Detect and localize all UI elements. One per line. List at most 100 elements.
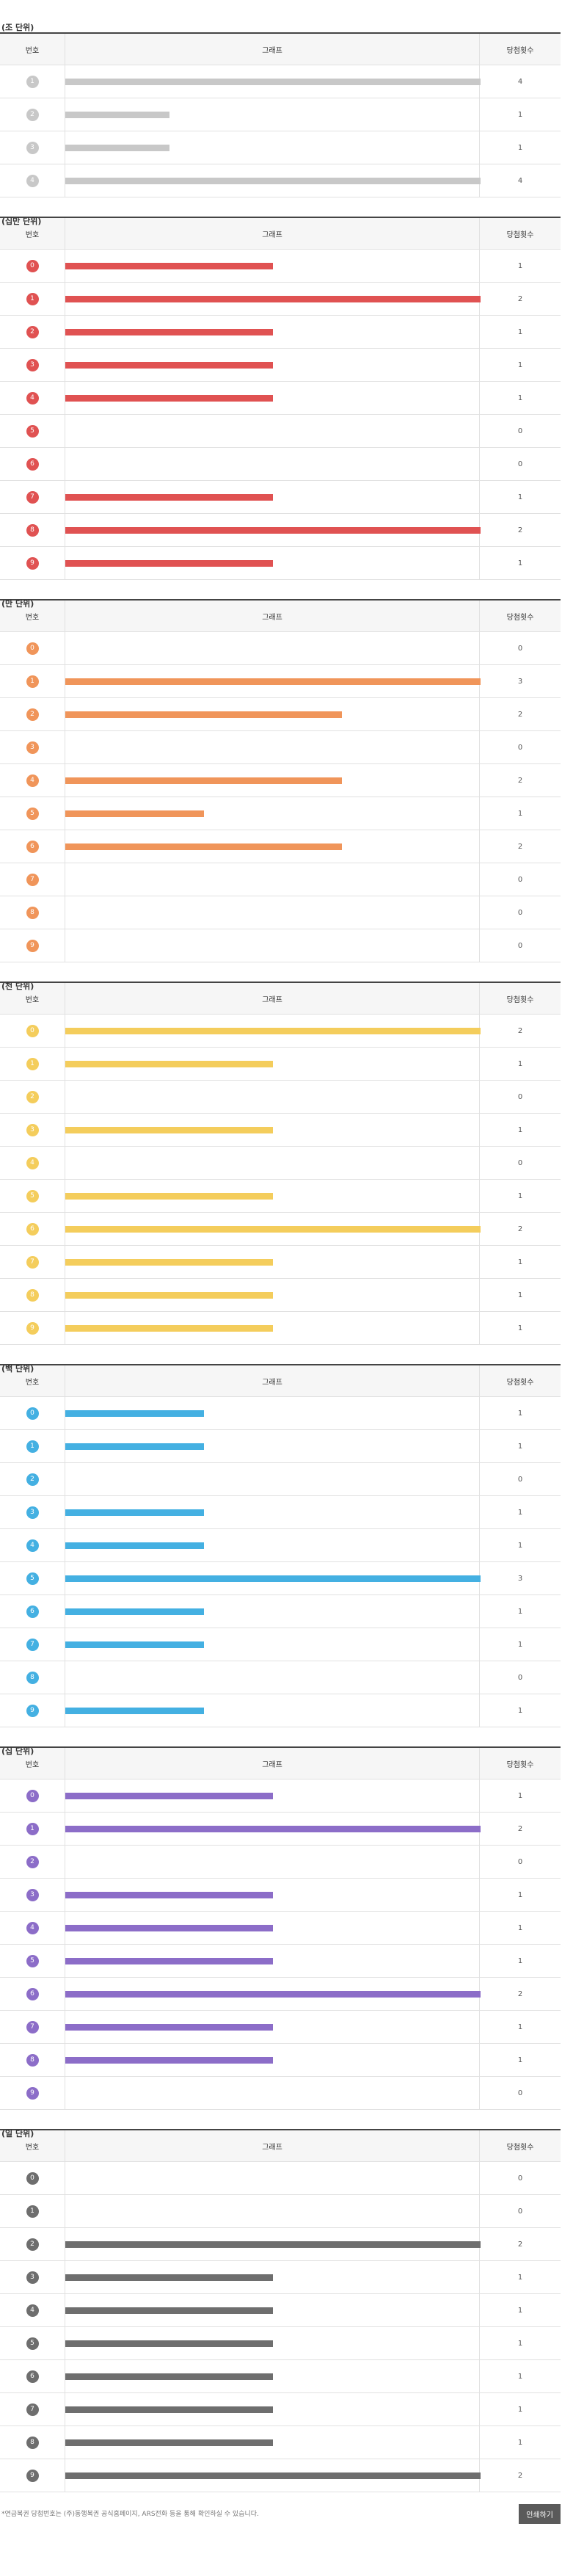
graph-cell — [65, 2426, 480, 2459]
number-ball: 3 — [26, 141, 39, 154]
count-bar — [65, 2340, 273, 2347]
header-number: 번호 — [25, 2143, 40, 2152]
count-bar — [65, 145, 169, 151]
count-value: 1 — [517, 1324, 523, 1332]
stats-table: 번호 그래프 당첨횟수 0 1 1 1 2 0 3 1 4 1 5 3 6 1 7 1 8 0 9 1 — [0, 1364, 561, 1727]
count-bar — [65, 362, 273, 369]
table-row: 51 — [0, 1945, 561, 1978]
number-ball: 6 — [26, 1605, 39, 1618]
number-ball: 2 — [26, 2238, 39, 2251]
print-button[interactable]: 인쇄하기 — [519, 2504, 561, 2524]
number-ball: 9 — [26, 2469, 39, 2482]
header-graph: 그래프 — [262, 1760, 282, 1769]
number-ball: 1 — [26, 75, 39, 88]
table-row: 41 — [0, 1912, 561, 1945]
graph-cell — [65, 830, 480, 863]
graph-cell — [65, 863, 480, 896]
table-row: 71 — [0, 1246, 561, 1279]
table-row: 80 — [0, 896, 561, 929]
count-value: 0 — [517, 1092, 523, 1101]
count-bar — [65, 1575, 481, 1582]
graph-cell — [65, 2360, 480, 2392]
number-ball: 9 — [26, 1321, 39, 1335]
table-row: 30 — [0, 731, 561, 764]
table-row: 31 — [0, 1879, 561, 1912]
number-ball: 2 — [26, 1473, 39, 1486]
count-value: 2 — [517, 1824, 523, 1833]
count-value: 2 — [517, 842, 523, 851]
graph-cell — [65, 547, 480, 579]
number-ball: 6 — [26, 1987, 39, 2000]
graph-cell — [65, 1213, 481, 1245]
graph-cell — [65, 2011, 480, 2043]
count-value: 1 — [517, 2022, 523, 2031]
section-6: (일 단위) 번호 그래프 당첨횟수 0 0 1 0 2 2 3 1 4 1 5 1 6 1 7 1 8 1 9 2 — [0, 2110, 562, 2492]
table-row: 92 — [0, 2459, 561, 2492]
graph-cell — [65, 481, 480, 513]
section-title: (조 단위) — [1, 23, 34, 32]
count-bar — [65, 1028, 481, 1034]
table-row: 31 — [0, 1114, 561, 1147]
number-ball: 9 — [26, 556, 39, 570]
table-row: 71 — [0, 2393, 561, 2426]
graph-cell — [65, 349, 480, 381]
number-ball: 0 — [26, 2172, 39, 2185]
stats-table: 번호 그래프 당첨횟수 0 2 1 1 2 0 3 1 4 0 5 1 6 2 7 1 8 1 9 1 — [0, 982, 561, 1345]
count-bar — [65, 1193, 273, 1200]
section-0: (조 단위) 번호 그래프 당첨횟수 1 4 2 1 3 1 4 4 — [0, 0, 562, 197]
graph-cell — [65, 1496, 480, 1528]
number-ball: 3 — [26, 1506, 39, 1519]
footer: *연금복권 당첨번호는 (주)동행복권 공식홈페이지, ARS전화 등을 통해 … — [0, 2501, 562, 2538]
count-value: 0 — [517, 644, 523, 653]
graph-cell — [65, 1279, 480, 1311]
count-bar — [65, 2373, 273, 2380]
section-title: (만 단위) — [1, 599, 34, 609]
number-ball: 1 — [26, 1822, 39, 1835]
graph-cell — [65, 382, 480, 414]
number-ball: 2 — [26, 1855, 39, 1868]
number-ball: 4 — [26, 2304, 39, 2317]
header-count: 당첨횟수 — [506, 46, 534, 55]
header-count: 당첨횟수 — [506, 2143, 534, 2152]
count-bar — [65, 678, 481, 685]
count-bar — [65, 329, 273, 335]
number-ball: 1 — [26, 2205, 39, 2218]
number-ball: 8 — [26, 1288, 39, 1302]
count-bar — [65, 810, 204, 817]
graph-cell — [65, 1945, 480, 1977]
count-bar — [65, 296, 481, 302]
count-bar — [65, 1925, 273, 1931]
header-count: 당첨횟수 — [506, 231, 534, 239]
number-ball: 1 — [26, 675, 39, 688]
graph-cell — [65, 2294, 480, 2326]
number-ball: 3 — [26, 1123, 39, 1136]
graph-cell — [65, 896, 480, 929]
graph-cell — [65, 1813, 481, 1845]
count-value: 0 — [517, 1158, 523, 1167]
table-row: 61 — [0, 1595, 561, 1628]
count-value: 1 — [517, 809, 523, 818]
stats-table: 번호 그래프 당첨횟수 0 0 1 3 2 2 3 0 4 2 5 1 6 2 7 0 8 0 9 0 — [0, 599, 561, 962]
table-row: 61 — [0, 2360, 561, 2393]
header-number: 번호 — [25, 1378, 40, 1387]
number-ball: 2 — [26, 108, 39, 121]
graph-cell — [65, 2393, 480, 2426]
stats-table: 번호 그래프 당첨횟수 0 1 1 2 2 1 3 1 4 1 5 0 6 0 7 1 8 2 9 1 — [0, 217, 561, 580]
table-row: 20 — [0, 1081, 561, 1114]
table-row: 41 — [0, 2294, 561, 2327]
graph-cell — [65, 2044, 480, 2076]
table-header: 번호 그래프 당첨횟수 — [0, 1365, 561, 1397]
graph-cell — [65, 797, 480, 830]
count-bar — [65, 395, 273, 402]
count-value: 3 — [517, 677, 523, 686]
header-count: 당첨횟수 — [506, 1378, 534, 1387]
count-value: 4 — [517, 176, 523, 185]
count-value: 1 — [517, 2438, 523, 2447]
count-bar — [65, 1958, 273, 1964]
count-value: 1 — [517, 261, 523, 270]
number-ball: 8 — [26, 1671, 39, 1684]
count-value: 1 — [517, 1607, 523, 1616]
count-bar — [65, 1542, 204, 1549]
count-bar — [65, 1708, 204, 1714]
count-value: 2 — [517, 294, 523, 303]
